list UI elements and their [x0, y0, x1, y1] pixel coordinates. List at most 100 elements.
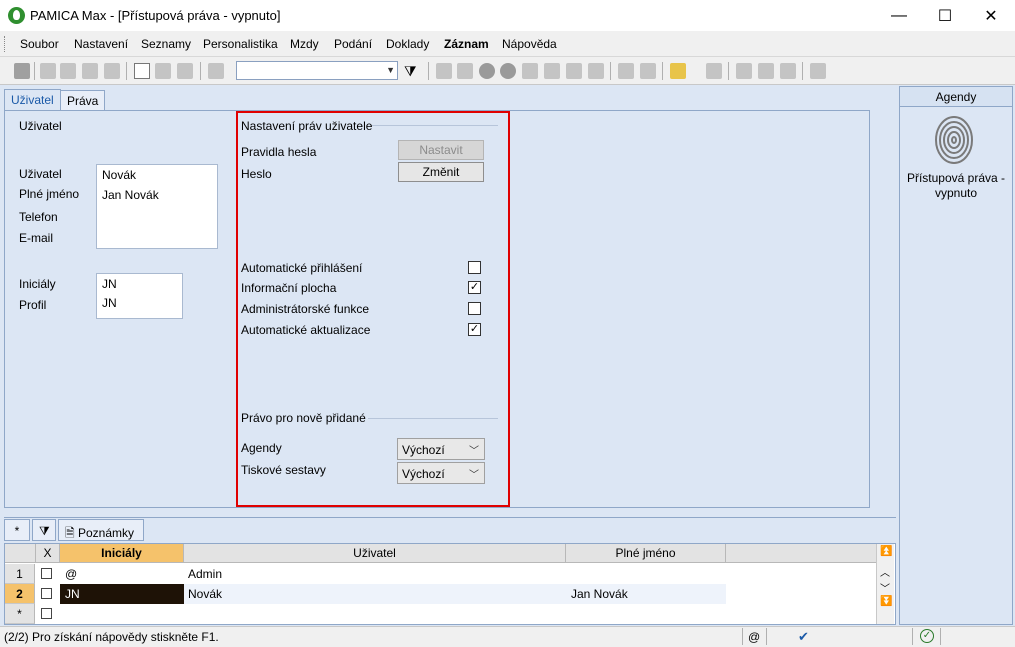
- new-rights-heading: Právo pro nově přidané: [241, 411, 366, 425]
- menu-grip-icon: [4, 36, 7, 52]
- initials-value: JN: [102, 277, 117, 291]
- menu-napoveda[interactable]: Nápověda: [502, 37, 557, 51]
- set-password-rules-button[interactable]: Nastavit: [398, 140, 484, 160]
- column-header-empty: [726, 544, 878, 563]
- column-header-x[interactable]: X: [36, 544, 60, 563]
- delete-icon[interactable]: [177, 63, 193, 79]
- column-header-full-name[interactable]: Plné jméno: [566, 544, 726, 563]
- profile-label: Profil: [19, 298, 47, 312]
- row-number[interactable]: 1: [5, 564, 35, 584]
- menu-soubor[interactable]: Soubor: [20, 37, 59, 51]
- menu-personalistika[interactable]: Personalistika: [203, 37, 278, 51]
- person-circle-icon[interactable]: [500, 63, 516, 79]
- cell-initials-selected[interactable]: JN: [60, 584, 184, 604]
- menu-seznamy[interactable]: Seznamy: [141, 37, 191, 51]
- tab-prava[interactable]: Práva: [60, 90, 106, 111]
- scroll-down-icon[interactable]: ﹀: [880, 580, 890, 595]
- auto-updates-checkbox[interactable]: ✓: [468, 323, 481, 336]
- status-text: (2/2) Pro získání nápovědy stiskněte F1.: [4, 630, 219, 644]
- person-icon[interactable]: [457, 63, 473, 79]
- grid-filter-icon[interactable]: ⧩: [32, 519, 56, 541]
- folder-icon[interactable]: [670, 63, 686, 79]
- report-icon[interactable]: [780, 63, 796, 79]
- cell-initials[interactable]: @: [65, 564, 77, 584]
- filter-icon[interactable]: ⧩: [404, 63, 420, 79]
- status-check-icon: ✔: [798, 629, 809, 644]
- export-icon[interactable]: [104, 63, 120, 79]
- scroll-bottom-icon[interactable]: ⏬: [880, 596, 892, 607]
- agendas-select[interactable]: Výchozí ﹀: [397, 438, 485, 460]
- full-name-label: Plné jméno: [19, 187, 80, 201]
- column-header-initials[interactable]: Iniciály: [60, 544, 184, 563]
- menu-zaznam[interactable]: Záznam: [444, 37, 489, 51]
- form-icon[interactable]: [706, 63, 722, 79]
- menu-podani[interactable]: Podání: [334, 37, 372, 51]
- row-checkbox[interactable]: [41, 608, 52, 619]
- save-icon[interactable]: [155, 63, 171, 79]
- reports-select[interactable]: Výchozí ﹀: [397, 462, 485, 484]
- email-label: E-mail: [19, 231, 54, 245]
- change-password-button[interactable]: Změnit: [398, 162, 484, 182]
- initials-profile-box[interactable]: JN JN: [96, 273, 183, 319]
- user-info-box[interactable]: Novák Jan Novák: [96, 164, 218, 249]
- row-checkbox[interactable]: [41, 568, 52, 579]
- window-title: PAMICA Max - [Přístupová práva - vypnuto…: [30, 8, 281, 23]
- print-preview-icon[interactable]: [60, 63, 76, 79]
- row-number[interactable]: 2: [5, 584, 35, 604]
- rights-section-heading: Nastavení práv uživatele: [241, 119, 373, 133]
- tab-uzivatel[interactable]: Uživatel: [4, 89, 61, 111]
- m-icon-3[interactable]: [544, 63, 560, 79]
- fingerprint-icon[interactable]: [933, 114, 975, 166]
- cell-user[interactable]: Admin: [188, 564, 222, 584]
- menu-bar: Soubor Nastavení Seznamy Personalistika …: [0, 31, 1015, 57]
- cell-full-name[interactable]: Jan Novák: [571, 584, 628, 604]
- column-header-user[interactable]: Uživatel: [184, 544, 566, 563]
- preview-icon[interactable]: [82, 63, 98, 79]
- menu-doklady[interactable]: Doklady: [386, 37, 429, 51]
- flag-off-icon[interactable]: [640, 63, 656, 79]
- auto-login-checkbox[interactable]: [468, 261, 481, 274]
- admin-functions-checkbox[interactable]: [468, 302, 481, 315]
- agendas-label: Agendy: [241, 441, 282, 455]
- row-number-new[interactable]: *: [5, 604, 35, 624]
- profile-value: JN: [102, 296, 117, 310]
- grid-star-tab[interactable]: *: [4, 519, 30, 541]
- grid-scrollbar[interactable]: ⏫ ︿ ﹀ ⏬: [876, 544, 894, 624]
- status-at-icon: @: [748, 630, 761, 644]
- menu-mzdy[interactable]: Mzdy: [290, 37, 319, 51]
- info-board-checkbox[interactable]: ✓: [468, 281, 481, 294]
- status-ok-icon: ✓: [920, 629, 934, 643]
- close-button[interactable]: ✕: [968, 0, 1014, 31]
- flag-icon[interactable]: [618, 63, 634, 79]
- print-icon[interactable]: [40, 63, 56, 79]
- user-section-heading: Uživatel: [19, 119, 62, 133]
- filter-user-icon[interactable]: [14, 63, 30, 79]
- toolbar-search-combo[interactable]: ▼: [236, 61, 398, 80]
- m-icon-4[interactable]: [566, 63, 582, 79]
- m-icon-1[interactable]: [436, 63, 452, 79]
- circle-icon[interactable]: [479, 63, 495, 79]
- agendy-item-label[interactable]: Přístupová práva - vypnuto: [900, 171, 1012, 201]
- menu-nastaveni[interactable]: Nastavení: [74, 37, 128, 51]
- row-checkbox[interactable]: [41, 588, 52, 599]
- help-icon[interactable]: [810, 63, 826, 79]
- maximize-button[interactable]: ☐: [922, 0, 968, 31]
- m-icon-2[interactable]: [522, 63, 538, 79]
- scroll-up-icon[interactable]: ︿: [880, 564, 890, 579]
- chevron-down-icon: ﹀: [469, 470, 479, 481]
- list-icon[interactable]: [758, 63, 774, 79]
- checkmark-icon: ✓: [469, 281, 480, 293]
- new-record-icon[interactable]: [134, 63, 150, 79]
- scroll-top-icon[interactable]: ⏫: [880, 546, 892, 557]
- phone-label: Telefon: [19, 210, 58, 224]
- minimize-button[interactable]: —: [876, 0, 922, 31]
- notes-tab[interactable]: 🗎 Poznámky: [58, 519, 144, 541]
- window-icon[interactable]: [736, 63, 752, 79]
- m-icon-5[interactable]: [588, 63, 604, 79]
- toolbar: ▼ ⧩: [0, 57, 1015, 85]
- reports-select-value: Výchozí: [402, 467, 445, 481]
- chevron-down-icon: ▼: [386, 65, 395, 75]
- users-grid: X Iniciály Uživatel Plné jméno 1 @ Admin…: [4, 543, 896, 625]
- copy-icon[interactable]: [208, 63, 224, 79]
- cell-user[interactable]: Novák: [184, 584, 726, 604]
